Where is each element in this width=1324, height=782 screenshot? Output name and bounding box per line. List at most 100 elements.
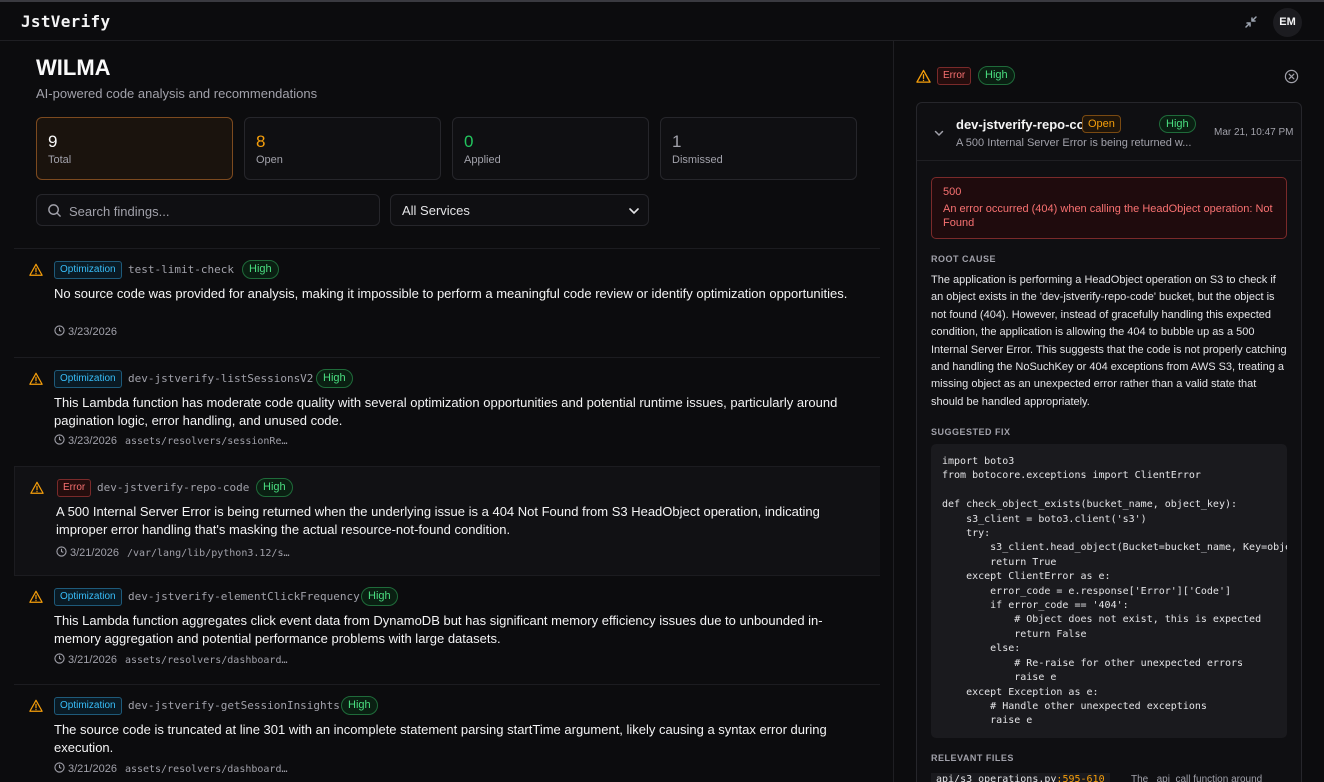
chevron-down-icon[interactable]: [933, 127, 945, 139]
finding-detail-card: dev-jstverify-repo-code Open High Mar 21…: [916, 102, 1302, 782]
warning-icon: [916, 69, 931, 84]
finding-row[interactable]: Optimization test-limit-check High No so…: [14, 248, 880, 357]
finding-meta: 3/23/2026: [54, 325, 125, 338]
search-icon: [47, 203, 62, 218]
clock-icon: [54, 762, 65, 773]
clock-icon: [56, 546, 67, 557]
service-filter-select[interactable]: All Services: [390, 194, 649, 226]
close-icon[interactable]: [1284, 69, 1299, 84]
suggested-fix-code: import boto3 from botocore.exceptions im…: [942, 456, 1287, 727]
stat-label: Applied: [464, 154, 501, 166]
clock-icon: [54, 653, 65, 664]
type-badge: Error: [57, 479, 92, 497]
relevant-file-item[interactable]: api/s3_operations.py:595-610 The _api_ca…: [931, 770, 1291, 782]
finding-date: 3/21/2026: [68, 654, 117, 666]
code-block: import boto3 from botocore.exceptions im…: [931, 444, 1287, 738]
stat-label: Total: [48, 154, 72, 166]
type-badge: Optimization: [54, 697, 122, 715]
warning-icon: [29, 590, 43, 604]
stat-value: 0: [464, 132, 474, 151]
file-line-range: :595-610: [1056, 774, 1105, 782]
warning-icon: [29, 372, 43, 386]
finding-path: assets/resolvers/sessionRe…: [124, 436, 288, 447]
error-code: 500: [943, 186, 962, 198]
detail-panel: Error High dev-jstverify-repo-code Open …: [894, 41, 1324, 782]
finding-description: A 500 Internal Server Error is being ret…: [56, 504, 820, 537]
type-badge: Optimization: [54, 588, 122, 606]
file-name: api/s3_operations.py: [936, 774, 1057, 782]
stat-card-open[interactable]: 8 Open: [244, 117, 441, 180]
warning-icon: [29, 699, 43, 713]
severity-badge: High: [256, 478, 293, 497]
severity-badge: High: [316, 369, 353, 388]
service-filter-value: All Services: [402, 203, 470, 218]
stat-label: Open: [256, 154, 283, 166]
detail-date: Mar 21, 10:47 PM: [1214, 127, 1294, 138]
service-name: test-limit-check: [128, 263, 234, 276]
finding-path: /var/lang/lib/python3.12/s…: [126, 548, 290, 559]
service-name: dev-jstverify-listSessionsV2: [128, 372, 314, 385]
severity-badge: High: [978, 66, 1015, 85]
finding-date: 3/23/2026: [68, 326, 117, 338]
finding-row-selected[interactable]: Error dev-jstverify-repo-code High A 500…: [14, 466, 880, 575]
type-badge: Error: [937, 67, 972, 85]
suggested-fix-heading: SUGGESTED FIX: [931, 427, 1011, 437]
finding-meta: 3/21/2026/var/lang/lib/python3.12/s…: [56, 546, 290, 559]
finding-row[interactable]: Optimization dev-jstverify-getSessionIns…: [14, 684, 880, 782]
page-title: WILMA: [36, 55, 111, 80]
root-cause-text: The application is performing a HeadObje…: [931, 274, 1287, 408]
finding-description: No source code was provided for analysis…: [54, 286, 848, 301]
detail-service-name: dev-jstverify-repo-code: [956, 117, 1100, 132]
finding-date: 3/21/2026: [70, 547, 119, 559]
search-box: [36, 194, 380, 226]
card-header[interactable]: dev-jstverify-repo-code Open High Mar 21…: [917, 103, 1301, 161]
finding-meta: 3/21/2026 assets/resolvers/dashboard…: [54, 762, 288, 775]
clock-icon: [54, 434, 65, 445]
search-input[interactable]: [69, 201, 369, 221]
service-name: dev-jstverify-repo-code: [97, 481, 250, 494]
collapse-icon[interactable]: [1241, 12, 1261, 32]
service-name: dev-jstverify-getSessionInsights: [128, 699, 340, 712]
stat-value: 8: [256, 132, 266, 151]
severity-badge: High: [1159, 115, 1196, 133]
page-subtitle: AI-powered code analysis and recommendat…: [36, 86, 318, 101]
finding-description: This Lambda function has moderate code q…: [54, 395, 838, 428]
root-cause-heading: ROOT CAUSE: [931, 254, 997, 264]
finding-row[interactable]: Optimization dev-jstverify-listSessionsV…: [14, 357, 880, 466]
finding-date: 3/23/2026: [68, 435, 117, 447]
finding-meta: 3/21/2026 assets/resolvers/dashboard…: [54, 653, 288, 666]
app-logo[interactable]: JstVerify: [21, 12, 110, 31]
stat-card-total[interactable]: 9 Total: [36, 117, 233, 180]
warning-icon: [30, 481, 44, 495]
findings-panel: WILMA AI-powered code analysis and recom…: [0, 41, 893, 782]
top-bar: JstVerify EM: [0, 0, 1324, 41]
type-badge: Optimization: [54, 261, 122, 279]
clock-icon: [54, 325, 65, 336]
finding-description: This Lambda function aggregates click ev…: [54, 613, 823, 646]
file-path[interactable]: api/s3_operations.py:595-610: [931, 773, 1110, 782]
stat-label: Dismissed: [672, 154, 723, 166]
type-badge: Optimization: [54, 370, 122, 388]
finding-path: assets/resolvers/dashboard…: [124, 655, 288, 666]
service-name: dev-jstverify-elementClickFrequency: [128, 590, 360, 603]
error-message-box: 500 An error occurred (404) when calling…: [931, 177, 1287, 239]
stat-value: 9: [48, 132, 58, 151]
severity-badge: High: [341, 696, 378, 715]
detail-summary: A 500 Internal Server Error is being ret…: [956, 137, 1192, 149]
finding-description: The source code is truncated at line 301…: [54, 722, 827, 755]
finding-row[interactable]: Optimization dev-jstverify-elementClickF…: [14, 575, 880, 684]
user-avatar[interactable]: EM: [1273, 8, 1302, 37]
status-badge: Open: [1082, 115, 1121, 133]
stat-card-applied[interactable]: 0 Applied: [452, 117, 649, 180]
error-message: An error occurred (404) when calling the…: [943, 203, 1273, 229]
stat-value: 1: [672, 132, 682, 151]
findings-list: Optimization test-limit-check High No so…: [14, 248, 880, 782]
file-note: The _api_call function around: [1131, 774, 1263, 782]
severity-badge: High: [242, 260, 279, 279]
finding-date: 3/21/2026: [68, 763, 117, 775]
finding-path: assets/resolvers/dashboard…: [124, 764, 288, 775]
severity-badge: High: [361, 587, 398, 606]
stat-card-dismissed[interactable]: 1 Dismissed: [660, 117, 857, 180]
finding-meta: 3/23/2026 assets/resolvers/sessionRe…: [54, 434, 288, 447]
chevron-down-icon: [628, 205, 640, 217]
